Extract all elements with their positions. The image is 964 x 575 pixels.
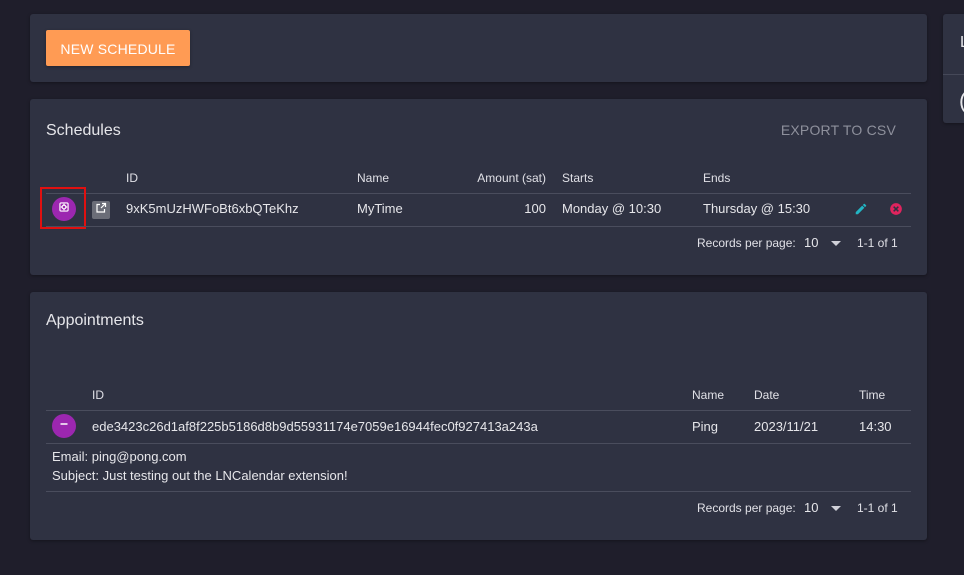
side-card-text: L [960, 34, 964, 52]
appointment-time: 14:30 [859, 419, 892, 434]
chevron-down-icon[interactable] [831, 506, 841, 511]
table-header-divider [46, 410, 911, 411]
minus-icon [58, 417, 70, 435]
schedule-ends: Thursday @ 15:30 [703, 201, 811, 216]
new-schedule-card: NEW SCHEDULE [30, 14, 927, 82]
appointments-card: Appointments ID Name Date Time ede3423c2… [30, 292, 927, 540]
pagination-range: 1-1 of 1 [857, 236, 898, 250]
schedules-title: Schedules [46, 122, 121, 139]
chevron-down-icon[interactable] [831, 241, 841, 246]
table-row-divider [46, 443, 911, 444]
column-header-time[interactable]: Time [859, 388, 885, 402]
column-header-name[interactable]: Name [692, 388, 724, 402]
side-card-divider [943, 74, 964, 75]
appointment-date: 2023/11/21 [754, 419, 819, 434]
records-per-page-label: Records per page: [697, 501, 796, 515]
column-header-name[interactable]: Name [357, 171, 389, 185]
open-schedule-button[interactable] [92, 201, 110, 219]
highlight-box [40, 187, 86, 229]
records-per-page-select[interactable]: 10 [804, 500, 818, 515]
schedule-id: 9xK5mUzHWFoBt6xbQTeKhz [126, 201, 299, 216]
new-schedule-button[interactable]: NEW SCHEDULE [46, 30, 190, 66]
column-header-ends[interactable]: Ends [703, 171, 730, 185]
open-in-new-icon [95, 201, 107, 219]
records-per-page-select[interactable]: 10 [804, 235, 818, 250]
column-header-amount[interactable]: Amount (sat) [477, 171, 546, 185]
collapse-row-button[interactable] [52, 414, 76, 438]
pencil-icon[interactable] [854, 202, 868, 221]
export-csv-button[interactable]: EXPORT TO CSV [781, 122, 896, 138]
schedule-starts: Monday @ 10:30 [562, 201, 662, 216]
side-card: L ( [943, 14, 964, 123]
appointment-email: Email: ping@pong.com [52, 449, 187, 464]
table-details-divider [46, 491, 911, 492]
side-card-text-2: ( [959, 88, 964, 114]
column-header-starts[interactable]: Starts [562, 171, 593, 185]
appointment-id: ede3423c26d1af8f225b5186d8b9d55931174e70… [92, 419, 538, 434]
pagination-range: 1-1 of 1 [857, 501, 898, 515]
schedule-name: MyTime [357, 201, 403, 216]
column-header-date[interactable]: Date [754, 388, 779, 402]
column-header-id[interactable]: ID [92, 388, 104, 402]
schedule-amount: 100 [524, 201, 546, 216]
table-row-divider [46, 226, 911, 227]
column-header-id[interactable]: ID [126, 171, 138, 185]
records-per-page-label: Records per page: [697, 236, 796, 250]
appointments-title: Appointments [46, 312, 144, 329]
table-header-divider [46, 193, 911, 194]
cancel-icon[interactable] [889, 202, 903, 221]
appointment-name: Ping [692, 419, 719, 434]
appointment-subject: Subject: Just testing out the LNCalendar… [52, 468, 348, 483]
schedules-card: Schedules EXPORT TO CSV ID Name Amount (… [30, 99, 927, 275]
